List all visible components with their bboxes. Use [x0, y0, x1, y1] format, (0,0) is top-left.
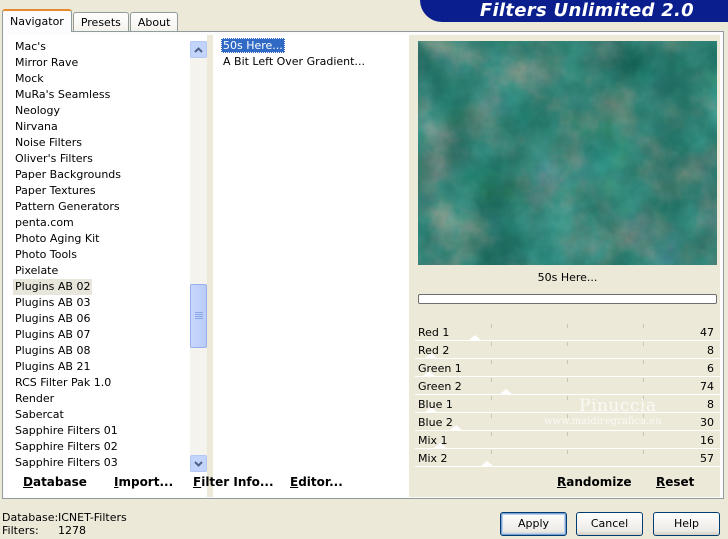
slider-track[interactable] — [415, 324, 720, 341]
app-title: Filters Unlimited 2.0 — [479, 0, 694, 21]
tab-navigator[interactable]: Navigator — [2, 9, 72, 32]
category-item[interactable]: Sapphire Filters 02 — [15, 439, 118, 455]
category-item[interactable]: Plugins AB 08 — [15, 343, 90, 359]
category-item[interactable]: Nirvana — [15, 119, 58, 135]
category-item[interactable]: Photo Tools — [15, 247, 77, 263]
category-item[interactable]: penta.com — [15, 215, 74, 231]
category-scrollbar[interactable] — [190, 41, 207, 472]
filters-count: 1278 — [58, 524, 86, 537]
slider-value: 6 — [707, 362, 714, 375]
category-item[interactable]: Neology — [15, 103, 60, 119]
preview-panel: 50s Here... Red 1 47 Red 2 8 Green 1 6 Green 2… — [415, 35, 720, 497]
slider-label: Blue 2 — [418, 416, 453, 429]
help-button[interactable]: Help — [653, 512, 720, 536]
category-item[interactable]: Photo Aging Kit — [15, 231, 99, 247]
category-item[interactable]: Pattern Generators — [15, 199, 120, 215]
category-item[interactable]: Sabercat — [15, 407, 64, 423]
slider-row[interactable]: Red 1 47 — [415, 324, 720, 342]
category-item[interactable]: Sapphire Filters 03 — [15, 455, 118, 471]
tab-about[interactable]: About — [129, 12, 179, 32]
filter-list[interactable]: 50s Here... A Bit Left Over Gradient... — [213, 35, 409, 497]
category-item[interactable]: Mac's — [15, 39, 46, 55]
database-label: Database: — [2, 511, 59, 524]
category-item[interactable]: Mirror Rave — [15, 55, 78, 71]
slider-value: 74 — [700, 380, 714, 393]
slider-row[interactable]: Mix 2 57 — [415, 450, 720, 468]
database-status: Database:ICNET-Filters — [2, 511, 127, 524]
slider-track[interactable] — [415, 450, 720, 467]
filters-label: Filters: — [2, 524, 39, 537]
slider-row[interactable]: Mix 1 16 — [415, 432, 720, 450]
slider-value: 47 — [700, 326, 714, 339]
editor-button[interactable]: Editor... — [290, 475, 343, 489]
slider-label: Mix 1 — [418, 434, 448, 447]
filter-item[interactable]: 50s Here... — [221, 38, 285, 53]
category-item[interactable]: Plugins AB 07 — [15, 327, 90, 343]
watermark-name: Pinuccia — [579, 396, 657, 416]
category-item[interactable]: Paper Backgrounds — [15, 167, 121, 183]
category-item[interactable]: Mock — [15, 71, 44, 87]
slider-label: Mix 2 — [418, 452, 448, 465]
reset-button[interactable]: Reset — [656, 475, 694, 489]
category-item[interactable]: Plugins AB 03 — [15, 295, 90, 311]
slider-label: Green 1 — [418, 362, 462, 375]
header-banner: Filters Unlimited 2.0 — [420, 0, 728, 22]
filters-status: Filters: 1278 — [2, 524, 86, 537]
category-item[interactable]: Oliver's Filters — [15, 151, 93, 167]
slider-label: Red 2 — [418, 344, 450, 357]
slider-track[interactable] — [415, 432, 720, 449]
category-item[interactable]: Noise Filters — [15, 135, 82, 151]
chevron-down-icon — [194, 460, 203, 467]
category-item[interactable]: Paper Textures — [15, 183, 96, 199]
preview-filter-name: 50s Here... — [537, 271, 598, 284]
slider-label: Red 1 — [418, 326, 450, 339]
slider-value: 16 — [700, 434, 714, 447]
watermark: Pinuccia www.maidiregrafica.eu — [544, 396, 662, 427]
category-item[interactable]: MuRa's Seamless — [15, 87, 110, 103]
slider-label: Green 2 — [418, 380, 462, 393]
category-item[interactable]: Sapphire Filters 01 — [15, 423, 118, 439]
tab-bar: Navigator Presets About — [2, 8, 179, 32]
slider-track[interactable] — [415, 342, 720, 359]
category-item[interactable]: RCS Filter Pak 1.0 — [15, 375, 111, 391]
navigator-panel: Mac's Mirror Rave Mock MuRa's Seamless Neolo… — [2, 31, 724, 499]
category-item[interactable]: Plugins AB 02 — [13, 279, 93, 295]
slider-value: 8 — [707, 398, 714, 411]
filter-item[interactable]: A Bit Left Over Gradient... — [221, 54, 367, 69]
progress-bar — [418, 294, 717, 304]
category-item[interactable]: Pixelate — [15, 263, 58, 279]
import-button[interactable]: Import... — [114, 475, 173, 489]
scroll-down-button[interactable] — [190, 455, 207, 472]
scroll-thumb[interactable] — [190, 284, 207, 349]
slider-value: 57 — [700, 452, 714, 465]
category-item[interactable]: Render — [15, 391, 54, 407]
chevron-up-icon — [194, 46, 203, 53]
watermark-url: www.maidiregrafica.eu — [544, 416, 662, 427]
slider-value: 8 — [707, 344, 714, 357]
slider-row[interactable]: Red 2 8 — [415, 342, 720, 360]
randomize-button[interactable]: Randomize — [557, 475, 631, 489]
slider-row[interactable]: Green 1 6 — [415, 360, 720, 378]
slider-value: 30 — [700, 416, 714, 429]
category-item[interactable]: Plugins AB 21 — [15, 359, 90, 375]
cancel-button[interactable]: Cancel — [576, 512, 643, 536]
database-button[interactable]: Database — [23, 475, 87, 489]
slider-track[interactable] — [415, 396, 720, 413]
slider-row[interactable]: Blue 1 8 — [415, 396, 720, 414]
category-list[interactable]: Mac's Mirror Rave Mock MuRa's Seamless Neolo… — [8, 35, 207, 497]
filter-info-button[interactable]: Filter Info... — [193, 475, 274, 489]
preview-image — [418, 41, 717, 265]
category-item[interactable]: Plugins AB 06 — [15, 311, 90, 327]
database-value: ICNET-Filters — [58, 511, 127, 524]
slider-label: Blue 1 — [418, 398, 453, 411]
apply-button[interactable]: Apply — [500, 512, 567, 536]
tab-presets[interactable]: Presets — [72, 12, 129, 32]
scroll-up-button[interactable] — [190, 41, 207, 58]
slider-row[interactable]: Green 2 74 — [415, 378, 720, 396]
